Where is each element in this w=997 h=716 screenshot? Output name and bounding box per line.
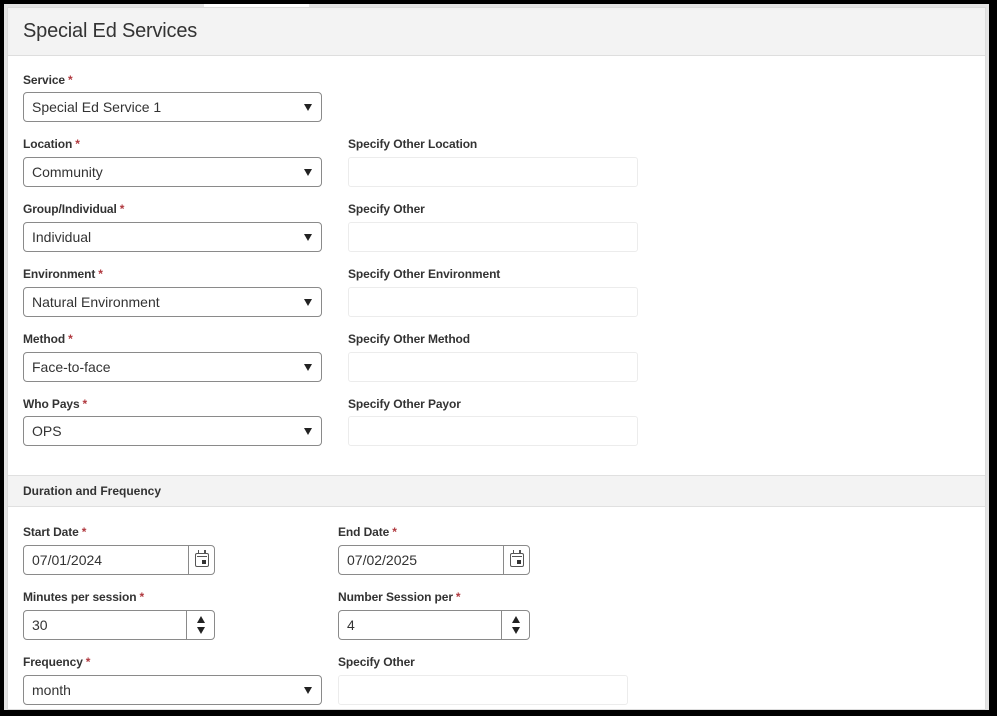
specify-other-environment-label: Specify Other Environment	[348, 267, 501, 281]
specify-other-payor-input[interactable]	[348, 416, 638, 446]
frequency-label-text: Frequency	[23, 655, 83, 669]
start-date-label-text: Start Date	[23, 525, 79, 539]
caret-down-icon	[304, 364, 312, 371]
environment-label-text: Environment	[23, 267, 96, 281]
method-select[interactable]: Face-to-face	[23, 352, 322, 382]
required-marker: *	[119, 202, 125, 216]
frequency-select-value: month	[32, 682, 71, 698]
number-session-per-stepper[interactable]: 4	[338, 610, 530, 640]
group-individual-select-value: Individual	[32, 229, 92, 245]
service-label-text: Service	[23, 73, 66, 87]
who-pays-select-value: OPS	[32, 423, 62, 439]
caret-down-icon	[304, 687, 312, 694]
start-date-value[interactable]: 07/01/2024	[24, 552, 188, 568]
frequency-specify-other-label: Specify Other	[338, 655, 415, 669]
service-select[interactable]: Special Ed Service 1	[23, 92, 322, 122]
frequency-specify-other-input[interactable]	[338, 675, 628, 705]
calendar-icon	[194, 550, 209, 567]
end-date-value[interactable]: 07/02/2025	[339, 552, 503, 568]
start-date-picker-button[interactable]	[188, 546, 214, 574]
specify-other-payor-label: Specify Other Payor	[348, 397, 461, 411]
end-date-label-text: End Date	[338, 525, 390, 539]
specify-other-label: Specify Other	[348, 202, 425, 216]
specify-other-location-label: Specify Other Location	[348, 137, 478, 151]
caret-down-icon	[304, 428, 312, 435]
spinner-arrows-icon[interactable]	[186, 611, 214, 639]
panel-title: Special Ed Services	[23, 20, 198, 42]
required-marker: *	[75, 137, 80, 151]
minutes-per-session-label: Minutes per session *	[23, 590, 144, 604]
caret-down-icon	[304, 104, 312, 111]
environment-label: Environment *	[23, 267, 103, 281]
end-date-field[interactable]: 07/02/2025	[338, 545, 530, 575]
duration-frequency-header: Duration and Frequency	[8, 475, 985, 507]
location-label: Location *	[23, 137, 80, 151]
calendar-icon	[509, 550, 524, 567]
spinner-arrows-icon[interactable]	[501, 611, 529, 639]
location-select-value: Community	[32, 164, 103, 180]
service-label: Service *	[23, 73, 73, 87]
minutes-per-session-label-text: Minutes per session	[23, 590, 137, 604]
location-label-text: Location	[23, 137, 73, 151]
minutes-per-session-stepper[interactable]: 30	[23, 610, 215, 640]
end-date-label: End Date *	[338, 525, 397, 539]
end-date-picker-button[interactable]	[503, 546, 529, 574]
location-select[interactable]: Community	[23, 157, 322, 187]
specify-other-input[interactable]	[348, 222, 638, 252]
number-session-per-label-text: Number Session per	[338, 590, 453, 604]
specify-other-location-input[interactable]	[348, 157, 638, 187]
required-marker: *	[455, 590, 461, 604]
method-label: Method *	[23, 332, 73, 346]
who-pays-label: Who Pays *	[23, 397, 87, 411]
required-marker: *	[85, 655, 91, 669]
special-ed-services-panel: Special Ed Services Service * Special Ed …	[7, 7, 986, 710]
window-frame: Special Ed Services Service * Special Ed …	[4, 4, 989, 710]
group-individual-select[interactable]: Individual	[23, 222, 322, 252]
group-individual-label-text: Group/Individual	[23, 202, 117, 216]
caret-down-icon	[304, 169, 312, 176]
increment-icon[interactable]	[196, 616, 205, 623]
required-marker: *	[98, 267, 103, 281]
caret-down-icon	[304, 234, 312, 241]
environment-select[interactable]: Natural Environment	[23, 287, 322, 317]
specify-other-method-label: Specify Other Method	[348, 332, 471, 346]
who-pays-label-text: Who Pays	[23, 397, 80, 411]
start-date-label: Start Date *	[23, 525, 86, 539]
required-marker: *	[68, 332, 73, 346]
frequency-label: Frequency *	[23, 655, 90, 669]
start-date-field[interactable]: 07/01/2024	[23, 545, 215, 575]
required-marker: *	[68, 73, 73, 87]
specify-other-environment-input[interactable]	[348, 287, 638, 317]
method-select-value: Face-to-face	[32, 359, 111, 375]
decrement-icon[interactable]	[511, 627, 520, 634]
who-pays-select[interactable]: OPS	[23, 416, 322, 446]
environment-select-value: Natural Environment	[32, 294, 160, 310]
duration-frequency-title: Duration and Frequency	[23, 484, 162, 498]
service-select-value: Special Ed Service 1	[32, 99, 162, 115]
number-session-per-label: Number Session per *	[338, 590, 461, 604]
increment-icon[interactable]	[511, 616, 520, 623]
caret-down-icon	[304, 299, 312, 306]
required-marker: *	[392, 525, 397, 539]
panel-header: Special Ed Services	[8, 8, 985, 56]
method-label-text: Method	[23, 332, 66, 346]
specify-other-method-input[interactable]	[348, 352, 638, 382]
required-marker: *	[81, 525, 87, 539]
number-session-per-value[interactable]: 4	[339, 617, 501, 633]
group-individual-label: Group/Individual *	[23, 202, 124, 216]
required-marker: *	[82, 397, 88, 411]
decrement-icon[interactable]	[196, 627, 205, 634]
minutes-per-session-value[interactable]: 30	[24, 617, 186, 633]
frequency-select[interactable]: month	[23, 675, 322, 705]
required-marker: *	[139, 590, 145, 604]
